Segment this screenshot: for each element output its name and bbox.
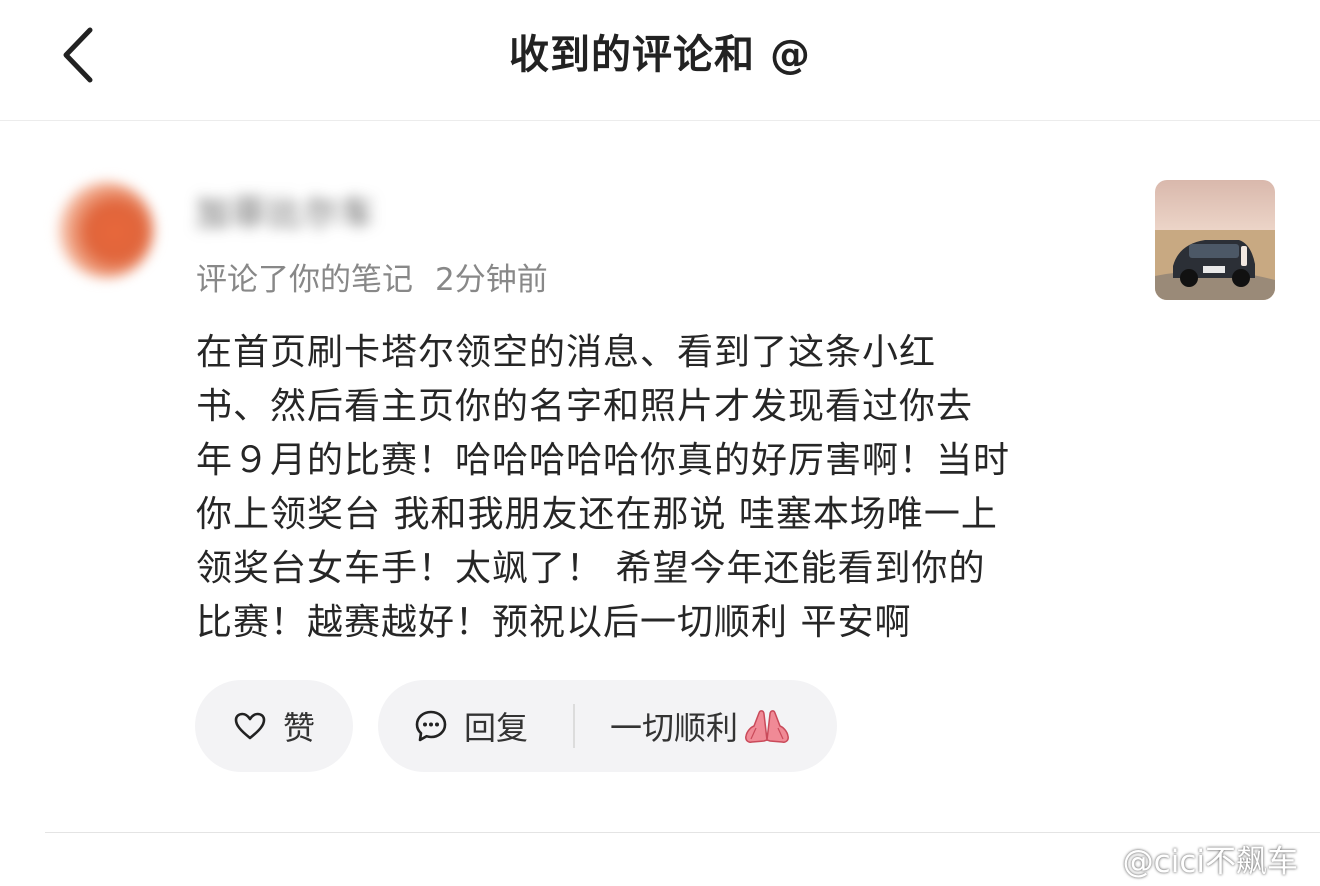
watermark-text: @cici不飙车 xyxy=(1122,844,1298,880)
reply-bar[interactable]: 回复 一切顺利 xyxy=(378,680,837,772)
username[interactable]: 加菲比尔车 xyxy=(196,186,376,235)
comment-line: 比赛！越赛越好！预祝以后一切顺利 平安啊 xyxy=(196,602,912,643)
divider xyxy=(45,832,1320,833)
praying-hands-icon xyxy=(745,710,789,743)
quick-reply-label: 一切顺利 xyxy=(610,709,739,747)
comment-line: 在首页刷卡塔尔领空的消息、看到了这条小红 xyxy=(196,332,937,373)
like-label: 赞 xyxy=(282,709,315,747)
car-photo-image xyxy=(1155,180,1275,300)
comment-time: 2分钟前 xyxy=(435,262,548,298)
top-bar: 收到的评论和 @ xyxy=(0,0,1320,121)
like-button[interactable]: 赞 xyxy=(195,680,353,772)
avatar[interactable] xyxy=(44,168,168,292)
page-title: 收到的评论和 @ xyxy=(509,32,811,78)
reply-button[interactable]: 回复 xyxy=(414,680,528,772)
quick-reply-button[interactable]: 一切顺利 xyxy=(610,680,792,772)
heart-icon xyxy=(234,712,266,740)
comment-text: 在首页刷卡塔尔领空的消息、看到了这条小红 书、然后看主页你的名字和照片才发现看过… xyxy=(196,326,1116,650)
divider xyxy=(573,704,575,748)
note-thumbnail[interactable] xyxy=(1155,180,1275,300)
watermark: @cici不飙车 xyxy=(1071,836,1298,881)
comment-line: 书、然后看主页你的名字和照片才发现看过你去 xyxy=(196,386,974,427)
comment-line: 你上领奖台 我和我朋友还在那说 哇塞本场唯一上 xyxy=(196,494,998,535)
reply-label: 回复 xyxy=(464,709,529,747)
comment-line: 年９月的比赛！哈哈哈哈哈你真的好厉害啊！当时 xyxy=(196,440,1011,481)
comment-line: 领奖台女车手！太飒了！ 希望今年还能看到你的 xyxy=(196,548,986,589)
comment-action-text: 评论了你的笔记 xyxy=(196,262,413,298)
comment-meta: 评论了你的笔记 2分钟前 xyxy=(196,254,548,299)
weibo-logo-icon xyxy=(1072,840,1117,876)
chat-bubble-icon xyxy=(415,710,447,742)
